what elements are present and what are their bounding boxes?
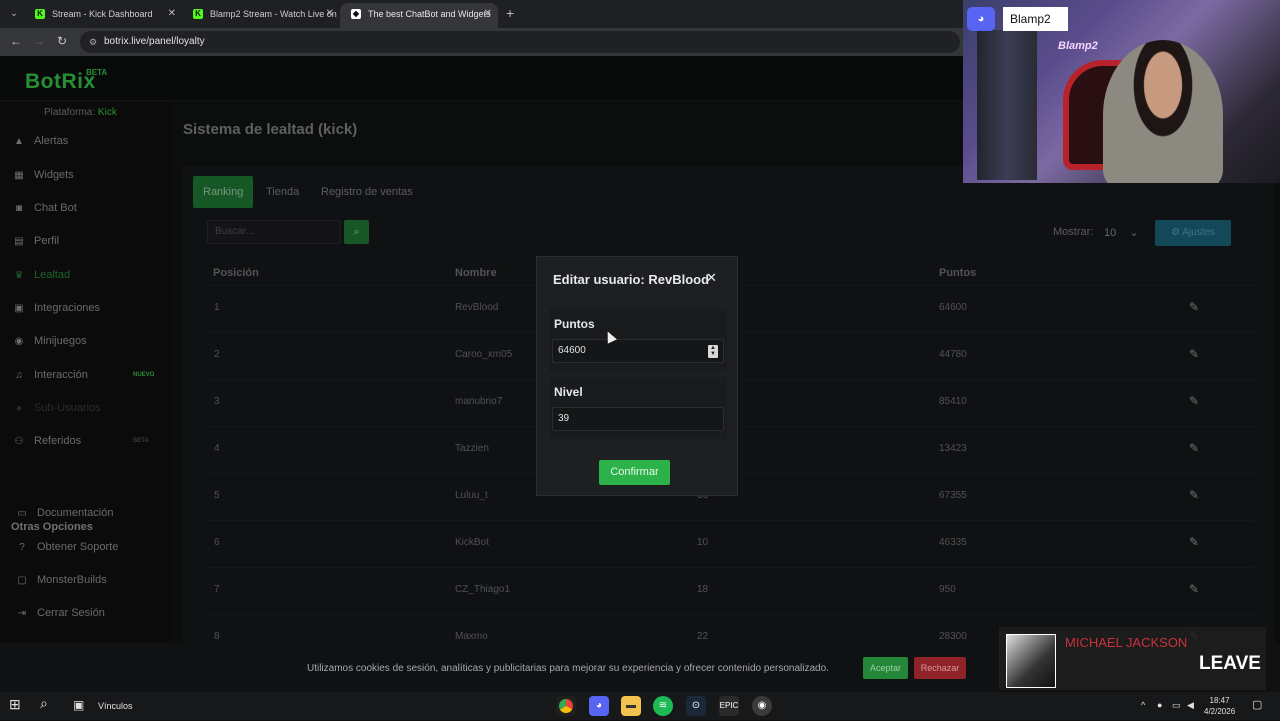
tray-chevron-icon[interactable]: ^ [1141, 700, 1145, 710]
tab-label: Stream - Kick Dashboard [52, 9, 153, 19]
browser-tab-kick-dashboard[interactable]: K Stream - Kick Dashboard ✕ [24, 3, 182, 28]
site-info-icon[interactable]: ⚙ [89, 31, 97, 53]
level-field-group: Nivel 39 [549, 377, 727, 439]
search-icon[interactable]: ⌕ [40, 695, 48, 712]
close-tab-icon[interactable]: ✕ [326, 3, 334, 25]
microphone-icon[interactable]: ● [1157, 700, 1162, 710]
edit-user-modal: Editar usuario: RevBlood ✕ Puntos 64600 … [536, 256, 738, 496]
reload-icon[interactable]: ↻ [57, 34, 67, 48]
chrome-icon[interactable] [556, 696, 576, 716]
botrix-favicon-icon: ◆ [351, 9, 361, 19]
level-input[interactable]: 39 [552, 407, 724, 431]
points-field-group: Puntos 64600 ▲ ▼ [549, 309, 727, 371]
now-playing-title: LEAVE [1199, 653, 1261, 674]
points-input[interactable]: 64600 ▲ ▼ [552, 339, 724, 363]
now-playing-overlay: MICHAEL JACKSON LEAVE [999, 627, 1266, 690]
points-label: Puntos [554, 317, 595, 331]
level-label: Nivel [554, 385, 583, 399]
curtain-shape [977, 30, 1037, 180]
tab-label: The best ChatBot and Widgets [368, 9, 491, 19]
album-art [1006, 634, 1056, 688]
now-playing-artist: MICHAEL JACKSON [1065, 635, 1188, 650]
kick-favicon-icon: K [35, 9, 45, 19]
tab-label: Blamp2 Stream - Watch Live on [210, 9, 337, 19]
network-icon[interactable]: ▭ [1172, 700, 1181, 711]
windows-taskbar: ⊞ ⌕ ▣ Vínculos ◕ ▬ ≋ ⊙ EPIC ◉ ^ ● ▭ ◀ 18… [0, 692, 1280, 720]
vinculos-toolbar[interactable]: Vínculos [98, 701, 133, 711]
confirm-button[interactable]: Confirmar [599, 460, 670, 485]
level-value: 39 [558, 413, 570, 424]
points-value: 64600 [558, 345, 586, 356]
accept-cookies-button[interactable]: Aceptar [863, 657, 908, 679]
kick-favicon-icon: K [193, 9, 203, 19]
spotify-icon[interactable]: ≋ [653, 696, 673, 716]
streamer-shape [1103, 40, 1223, 183]
volume-icon[interactable]: ◀ [1187, 700, 1194, 711]
url-input[interactable]: ⚙ botrix.live/panel/loyalty [80, 31, 960, 53]
clock-date: 4/2/2026 [1204, 707, 1236, 716]
discord-icon[interactable]: ◕ [589, 696, 609, 716]
close-tab-icon[interactable]: ✕ [168, 3, 176, 25]
notifications-icon[interactable]: ▢ [1252, 698, 1262, 711]
browser-tab-blamp2-stream[interactable]: K Blamp2 Stream - Watch Live on ✕ [182, 3, 340, 28]
close-icon[interactable]: ✕ [706, 270, 717, 286]
new-tab-icon[interactable]: + [506, 5, 514, 21]
forward-icon[interactable]: → [33, 34, 45, 48]
epic-games-icon[interactable]: EPIC [719, 696, 739, 716]
webcam-overlay: Blamp2 ◕ Blamp2 [963, 0, 1280, 183]
close-tab-icon[interactable]: ✕ [484, 3, 492, 25]
task-view-icon[interactable]: ▣ [73, 698, 84, 712]
windows-start-icon[interactable]: ⊞ [9, 696, 21, 713]
discord-icon: ◕ [967, 7, 995, 31]
file-explorer-icon[interactable]: ▬ [621, 696, 641, 716]
back-icon[interactable]: ← [10, 34, 22, 48]
obs-icon[interactable]: ◉ [752, 696, 772, 716]
reject-cookies-button[interactable]: Rechazar [914, 657, 966, 679]
tab-search-icon[interactable]: ⌄ [6, 6, 22, 22]
system-clock[interactable]: 18:47 4/2/2026 [1204, 695, 1235, 717]
url-text: botrix.live/panel/loyalty [104, 36, 205, 47]
modal-title: Editar usuario: RevBlood [553, 272, 710, 287]
browser-tab-botrix[interactable]: ◆ The best ChatBot and Widgets ✕ [340, 3, 498, 28]
steam-icon[interactable]: ⊙ [686, 696, 706, 716]
discord-username: Blamp2 [1003, 7, 1068, 31]
neon-sign: Blamp2 [1058, 40, 1098, 52]
number-stepper-icon[interactable]: ▲ ▼ [708, 345, 718, 358]
clock-time: 18:47 [1209, 696, 1230, 705]
cookie-text: Utilizamos cookies de sesión, analíticas… [307, 663, 829, 674]
